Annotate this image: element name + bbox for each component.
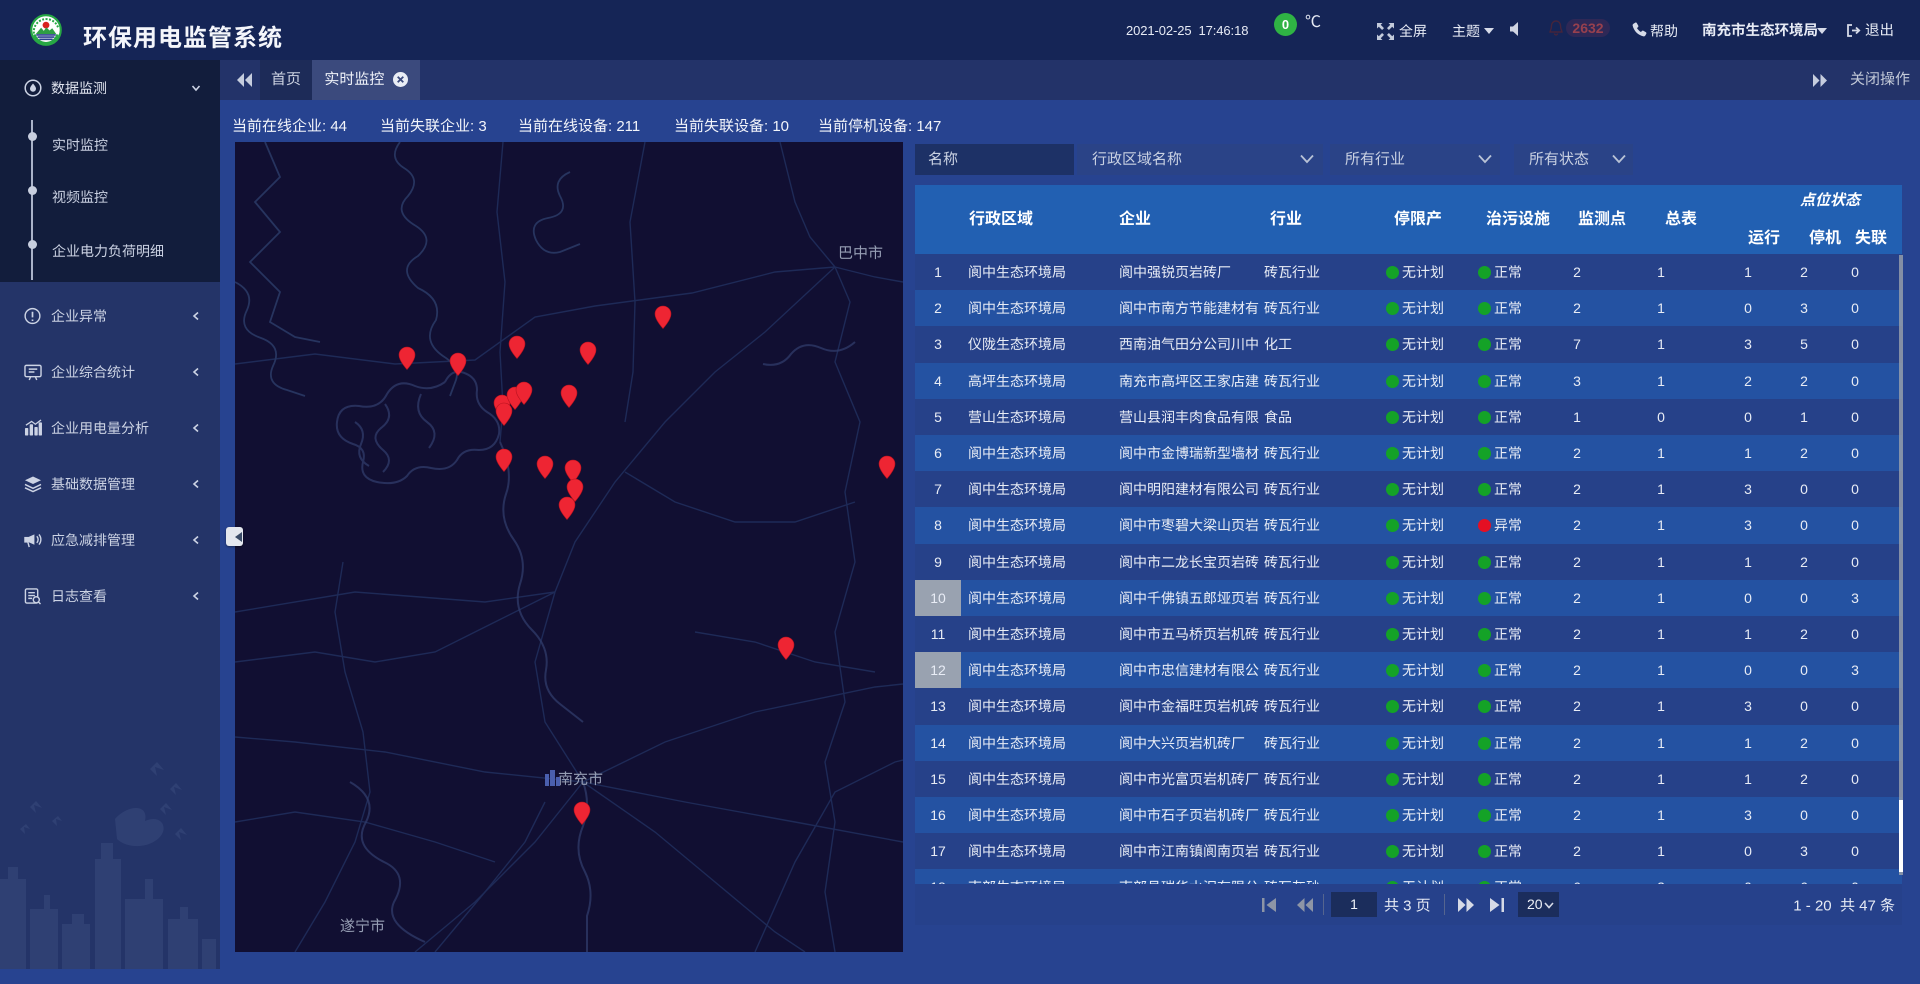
svg-text:南充市: 南充市	[558, 768, 603, 789]
svg-text:遂宁市: 遂宁市	[340, 915, 385, 936]
svg-text:巴中市: 巴中市	[838, 242, 883, 263]
